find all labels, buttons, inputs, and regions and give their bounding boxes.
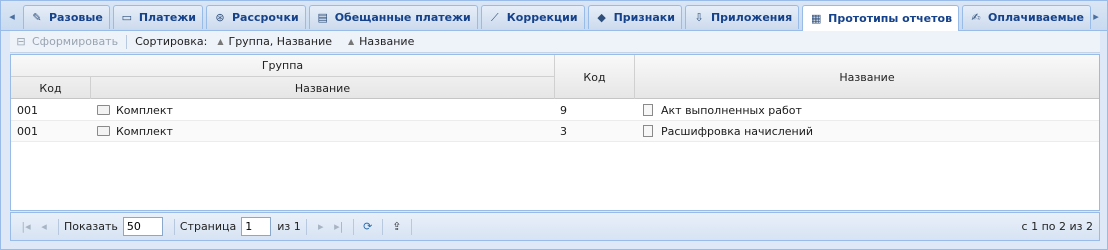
page-size-label: Показать [64,220,118,233]
tab-platezhi[interactable]: ▭ Платежи [112,5,203,29]
header-group-code[interactable]: Код [11,77,91,99]
tab-rassrochki[interactable]: ⊛ Рассрочки [206,5,306,29]
folder-icon [97,126,110,136]
tab-label: Оплачиваемые [988,11,1084,24]
table-row[interactable]: 001 Комплект 3 Расшифровка начислений [11,121,1099,142]
tag-icon: ◆ [597,10,606,24]
pager-separator [381,218,383,235]
tab-obeshchannye[interactable]: ▤ Обещанные платежи [308,5,478,29]
tab-prilozheniya[interactable]: ⇩ Приложения [684,5,800,29]
pager-separator [58,218,59,235]
toolbar: ⊟ Сформировать Сортировка: ▲ Группа, Наз… [10,31,1100,53]
wrench-icon: ✎ [32,10,42,24]
pager-separator [352,218,354,235]
sort-asc-icon: ▲ [217,37,224,46]
page-number-input[interactable] [241,217,272,236]
report-icon: ▦ [810,11,822,25]
header-code[interactable]: Код [555,55,635,99]
prev-page-icon[interactable]: ◂ [35,220,53,233]
tab-oplachivaemye[interactable]: ✍ Оплачиваемые [962,5,1091,29]
page-count-label: из 1 [277,220,301,233]
tab-label: Приложения [710,11,793,24]
tab-label: Разовые [49,11,103,24]
download-doc-icon: ⇩ [694,10,704,24]
edit-doc-icon: ✍ [971,10,981,24]
last-page-icon[interactable]: ▸| [330,220,348,233]
cell-group-name: Комплект [97,121,173,142]
tab-prototipy-otchetov[interactable]: ▦ Прототипы отчетов [802,5,960,31]
pager-separator [410,218,412,235]
tabs: ✎ Разовые ▭ Платежи ⊛ Рассрочки ▤ Обещан… [23,5,1094,31]
paging-toolbar: |◂ ◂ Показать Страница из 1 ▸ ▸| ⟳ ⇪ с 1… [10,212,1100,241]
sort-group-name[interactable]: ▲ Группа, Название [217,35,332,48]
header-group-name-label: Название [294,81,351,95]
card-icon: ▭ [121,10,133,24]
sort-asc-icon: ▲ [348,37,355,46]
cell-name: Расшифровка начислений [643,121,813,142]
cell-group-code: 001 [17,104,38,117]
report-prototypes-grid: Группа Код Название Код Название 001 Ком… [10,54,1100,211]
name-text: Расшифровка начислений [661,125,814,138]
lifebuoy-icon: ⊛ [215,10,225,24]
cell-code: 3 [560,125,567,138]
cell-group-name: Комплект [97,100,173,121]
tab-scroll-left-icon[interactable]: ◂ [5,7,19,27]
generate-icon: ⊟ [16,34,26,48]
generate-label: Сформировать [32,35,119,48]
tab-korrektsii[interactable]: ⟋ Коррекции [480,5,585,29]
promise-icon: ▤ [317,10,328,24]
page-label: Страница [179,220,237,233]
sort-name[interactable]: ▲ Название [348,35,414,48]
wand-icon: ⟋ [490,10,499,24]
header-name-label: Название [839,70,895,84]
folder-icon [97,105,110,115]
export-icon[interactable]: ⇪ [388,220,406,233]
app-window: ◂ ✎ Разовые ▭ Платежи ⊛ Рассрочки ▤ Обещ… [0,0,1108,250]
header-group-name[interactable]: Название [91,77,555,99]
header-group[interactable]: Группа [11,55,555,77]
header-group-label: Группа [261,59,304,72]
name-text: Акт выполненных работ [661,104,802,117]
cell-code: 9 [560,104,567,117]
cell-name: Акт выполненных работ [643,100,802,121]
document-icon [643,125,653,137]
toolbar-separator [126,34,128,49]
header-name[interactable]: Название [635,55,1099,99]
first-page-icon[interactable]: |◂ [17,220,35,233]
group-name-text: Комплект [116,104,173,117]
tab-razovye[interactable]: ✎ Разовые [23,5,110,29]
paging-status: с 1 по 2 из 2 [1021,220,1093,233]
tab-strip: ◂ ✎ Разовые ▭ Платежи ⊛ Рассрочки ▤ Обещ… [1,1,1107,31]
table-row[interactable]: 001 Комплект 9 Акт выполненных работ [11,100,1099,121]
tab-scroll-right-icon[interactable]: ▸ [1089,7,1103,27]
page-size-input[interactable] [122,217,163,236]
tab-label: Признаки [613,11,675,24]
tab-label: Коррекции [506,11,578,24]
tab-label: Рассрочки [232,11,299,24]
pager-separator [305,218,307,235]
header-group-code-label: Код [39,81,62,95]
tab-label: Платежи [138,11,196,24]
document-icon [643,104,653,116]
tab-label: Прототипы отчетов [828,12,953,25]
cell-group-code: 001 [17,125,38,138]
tab-priznaki[interactable]: ◆ Признаки [587,5,682,29]
pager-separator [173,218,175,235]
group-name-text: Комплект [116,125,173,138]
next-page-icon[interactable]: ▸ [312,220,330,233]
sort-label: Сортировка: [135,35,208,48]
generate-button[interactable]: ⊟ Сформировать [14,35,118,49]
sort-item-label: Группа, Название [228,35,332,48]
tab-label: Обещанные платежи [334,11,471,24]
header-code-label: Код [583,70,606,84]
refresh-icon[interactable]: ⟳ [359,220,377,233]
grid-header: Группа Код Название Код Название [11,55,1099,99]
sort-item-label: Название [359,35,415,48]
